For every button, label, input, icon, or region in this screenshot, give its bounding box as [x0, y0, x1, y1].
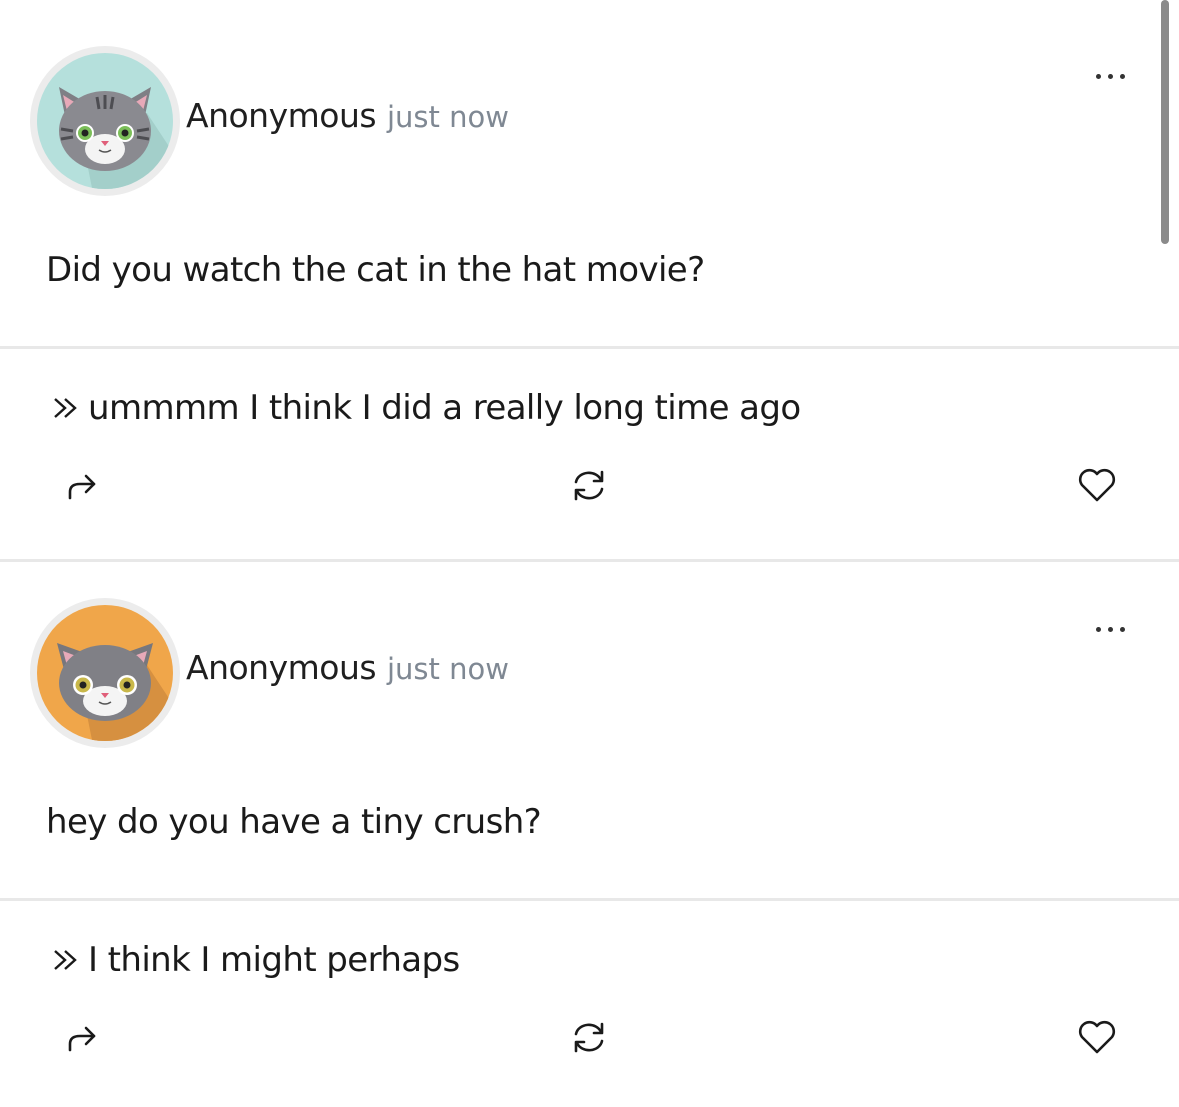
share-button[interactable]	[58, 1014, 104, 1060]
scrollbar[interactable]	[1161, 0, 1169, 244]
gray-cat-icon	[37, 605, 173, 741]
post-card: Anonymous just now hey do you have a tin…	[0, 0, 1179, 1107]
avatar[interactable]	[30, 598, 180, 748]
post-time: just now	[387, 652, 509, 686]
answer-row: I think I might perhaps	[52, 940, 460, 980]
share-arrow-icon	[68, 1026, 96, 1052]
divider	[0, 898, 1179, 901]
like-button[interactable]	[1074, 1014, 1120, 1060]
refresh-icon	[574, 1022, 604, 1053]
author-name[interactable]: Anonymous	[186, 648, 377, 687]
refresh-button[interactable]	[566, 1014, 612, 1060]
more-dots-icon[interactable]	[1090, 619, 1134, 639]
double-chevron-right-icon	[52, 940, 86, 980]
feed: Anonymous just now Did you watch the cat…	[0, 0, 1179, 1107]
heart-icon	[1078, 1020, 1116, 1054]
question-text: hey do you have a tiny crush?	[46, 802, 542, 842]
answer-text: I think I might perhaps	[88, 940, 460, 980]
